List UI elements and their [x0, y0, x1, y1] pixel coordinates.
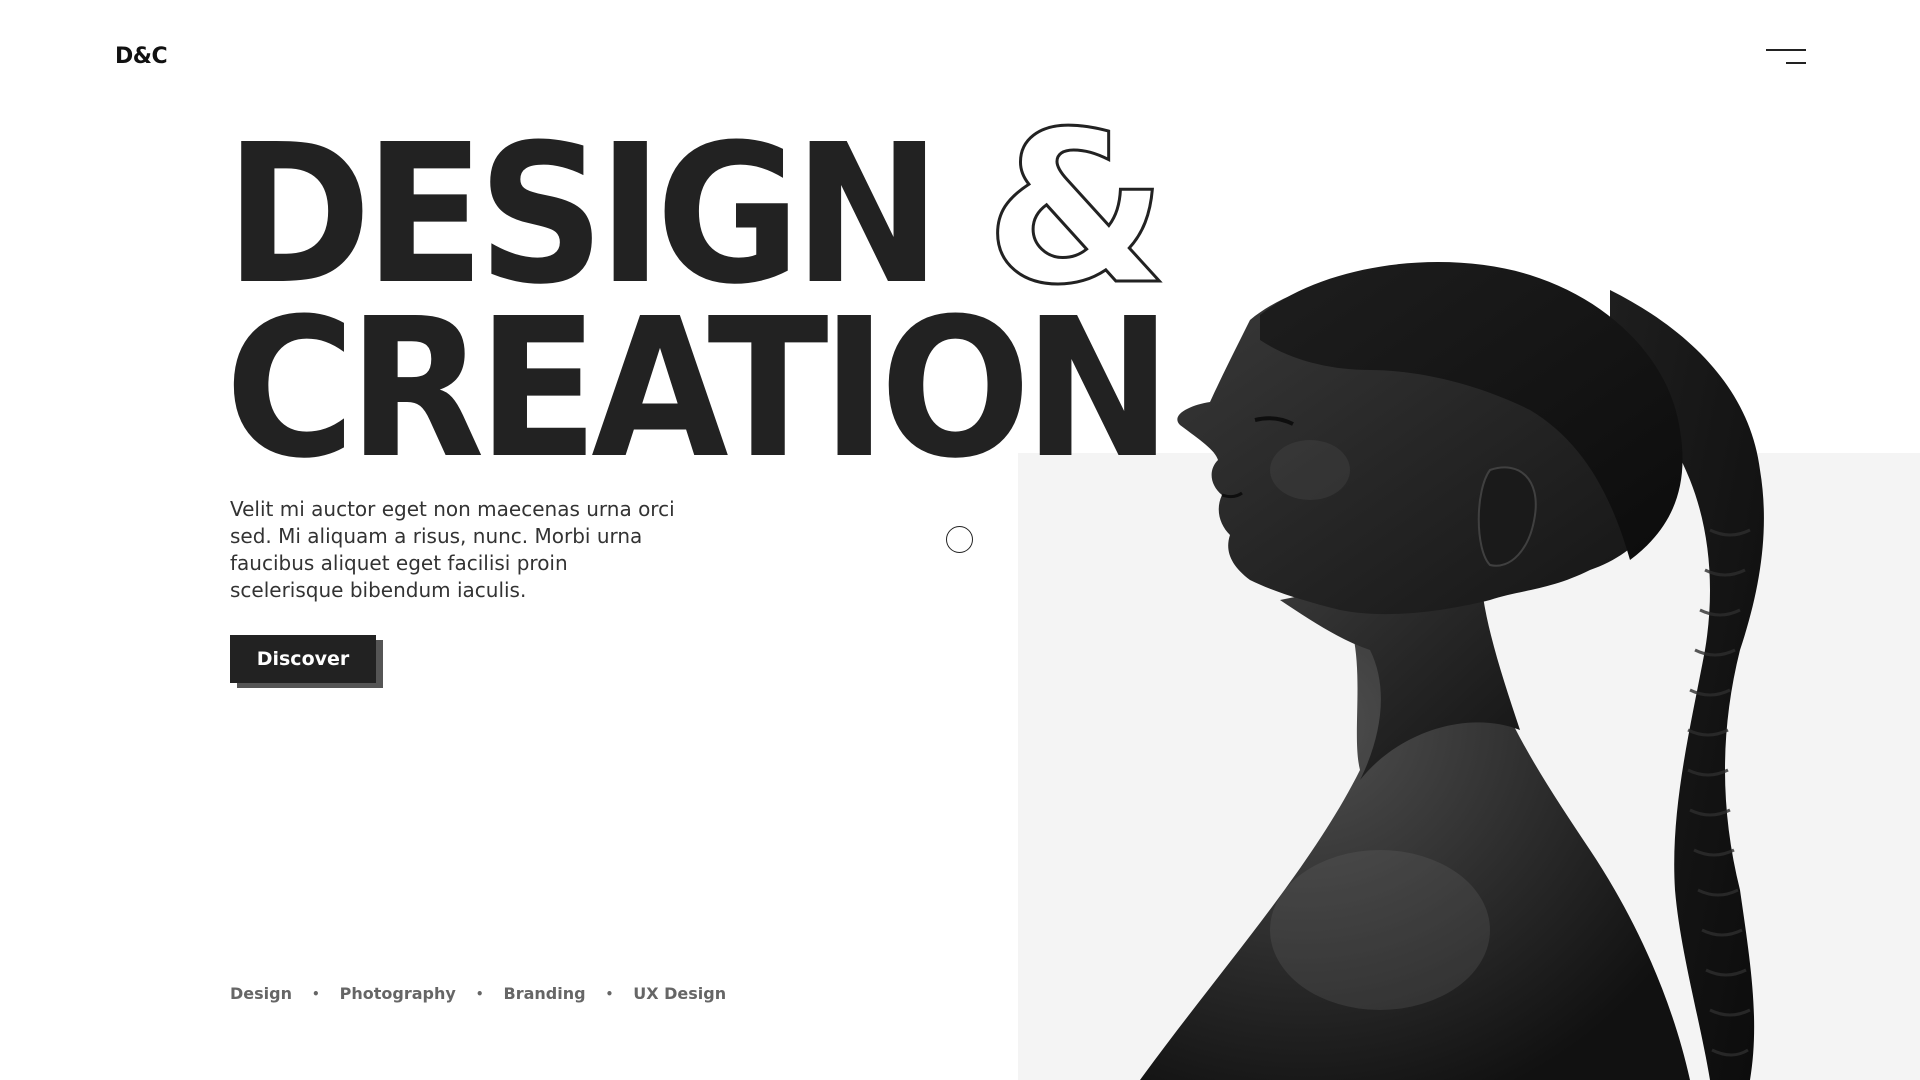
menu-line-top — [1766, 49, 1806, 51]
discover-button[interactable]: Discover — [230, 635, 376, 683]
cursor-circle-icon — [946, 526, 973, 553]
tag-separator: • — [475, 986, 484, 1001]
portrait-image — [1140, 262, 1764, 1080]
hero-description: Velit mi auctor eget non maecenas urna o… — [230, 497, 675, 602]
tag-separator: • — [311, 986, 320, 1001]
logo[interactable]: D&C — [115, 44, 168, 69]
tag-design[interactable]: Design — [230, 984, 292, 1003]
hamburger-menu-icon[interactable] — [1762, 44, 1806, 68]
tag-separator: • — [605, 986, 614, 1001]
headline-creation: CREATION — [225, 278, 1172, 501]
menu-line-bottom — [1786, 62, 1806, 64]
tag-photography[interactable]: Photography — [340, 984, 456, 1003]
tag-list: Design • Photography • Branding • UX Des… — [230, 984, 726, 1003]
landing-page: D&C DESIGN & CREATION Velit mi auctor eg… — [0, 0, 1920, 1080]
tag-branding[interactable]: Branding — [504, 984, 586, 1003]
tag-ux-design[interactable]: UX Design — [633, 984, 726, 1003]
